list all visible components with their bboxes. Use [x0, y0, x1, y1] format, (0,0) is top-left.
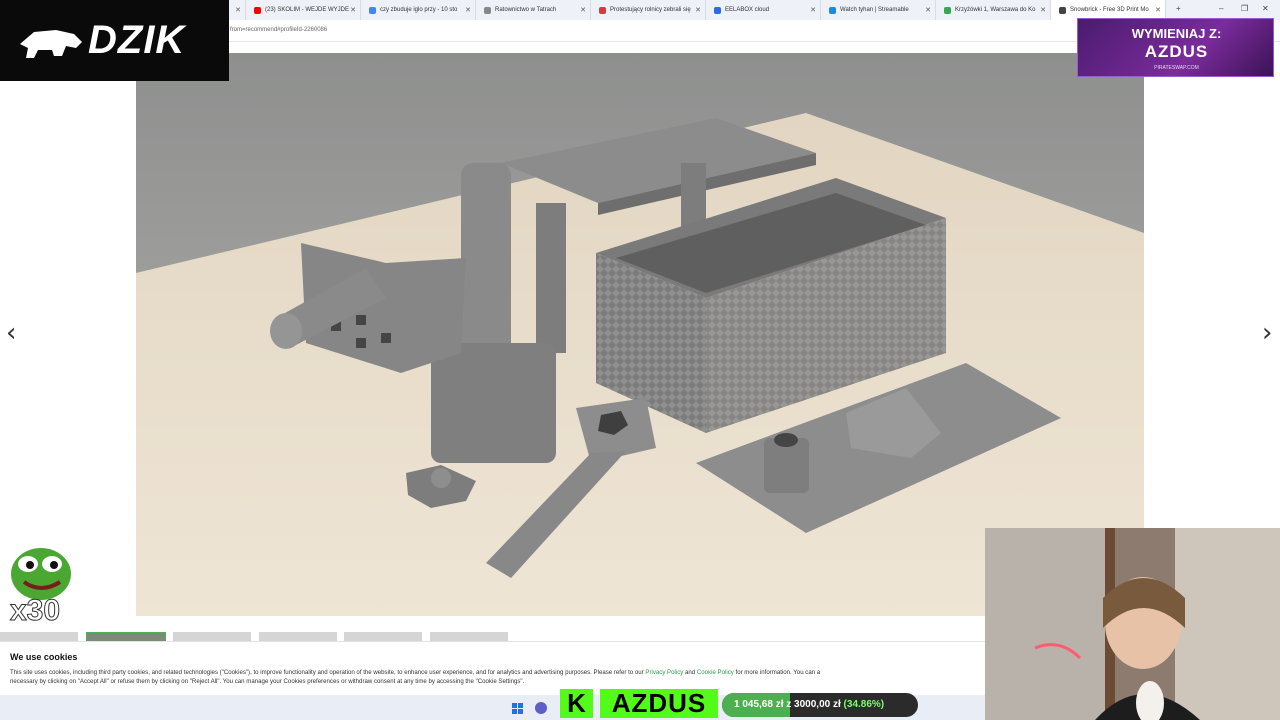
previous-image-arrow-icon[interactable]: ‹ [6, 318, 16, 348]
boar-icon [20, 30, 82, 58]
tab-label: EELABOX cloud [725, 7, 770, 13]
promo-line-2: AZDUS [1144, 42, 1209, 61]
tab-favicon-icon [599, 6, 606, 14]
tab-favicon-icon [484, 6, 491, 14]
tab-favicon-icon [1059, 6, 1066, 14]
emote-count: x30 [9, 594, 61, 628]
tab-label: Protestujący rolnicy zebrali się [610, 7, 691, 13]
promo-footer: PIRATESWAP.COM [1154, 65, 1199, 71]
browser-tab[interactable]: Ratownictwo w Tatrach ✕ [476, 0, 591, 20]
tab-close-icon[interactable]: ✕ [695, 6, 701, 14]
new-tab-button[interactable]: + [1176, 4, 1181, 13]
tab-label: czy zbuduje iglo przy - 10 sto [380, 7, 458, 13]
tab-label: (23) SKOLIM - WEJDE WYJDE [265, 7, 350, 13]
browser-tab[interactable]: Snowbrick - Free 3D Print Mo ✕ [1051, 0, 1166, 20]
next-image-arrow-icon[interactable]: › [1262, 318, 1272, 348]
dzik-logo: DZIK [0, 0, 229, 81]
donation-goal-bar: 1 045,68 zł z 3000,00 zł (34.86%) [722, 693, 918, 717]
minimize-button[interactable]: – [1219, 4, 1223, 13]
ticker-text: wyjazd na narty do austrii [732, 675, 857, 687]
tab-favicon-icon [829, 6, 836, 14]
maximize-button[interactable]: ❐ [1241, 4, 1248, 13]
cookie-title: We use cookies [10, 652, 78, 662]
tab-close-icon[interactable]: ✕ [350, 6, 356, 14]
browser-tab[interactable]: Krzyżówki 1, Warszawa do Ko ✕ [936, 0, 1051, 20]
browser-tab[interactable]: EELABOX cloud ✕ [706, 0, 821, 20]
tab-favicon-icon [369, 6, 376, 14]
tab-close-icon[interactable]: ✕ [580, 6, 586, 14]
tab-close-icon[interactable]: ✕ [925, 6, 931, 14]
browser-tab[interactable]: (23) SKOLIM - WEJDE WYJDE ✕ [246, 0, 361, 20]
tab-close-icon[interactable]: ✕ [810, 6, 816, 14]
browser-tab[interactable]: Watch tyhan | Streamable ✕ [821, 0, 936, 20]
tab-favicon-icon [254, 6, 261, 14]
webcam-image [985, 528, 1280, 720]
tab-favicon-icon [944, 6, 951, 14]
tab-close-prev[interactable]: ✕ [232, 0, 246, 20]
tab-label: Snowbrick - Free 3D Print Mo [1070, 7, 1149, 13]
promo-code-badge: AZDUS [600, 689, 718, 718]
tab-close-icon[interactable]: ✕ [465, 6, 471, 14]
tab-close-icon[interactable]: ✕ [1155, 6, 1161, 14]
cookie-policy-link[interactable]: Cookie Policy [697, 669, 734, 676]
close-window-button[interactable]: ✕ [1262, 4, 1269, 13]
screen: ✕ (23) SKOLIM - WEJDE WYJDE ✕ czy zbuduje … [0, 0, 1280, 720]
promo-line-1: WYMIENIAJ Z: [1131, 26, 1222, 41]
tab-label: Watch tyhan | Streamable [840, 7, 909, 13]
donation-goal-text: 1 045,68 zł z 3000,00 zł (34.86%) [734, 699, 885, 710]
browser-tab[interactable]: Protestujący rolnicy zebrali się ✕ [591, 0, 706, 20]
tab-close-icon[interactable]: ✕ [1040, 6, 1046, 14]
tab-label: Krzyżówki 1, Warszawa do Ko [955, 7, 1036, 13]
privacy-policy-link[interactable]: Privacy Policy [645, 669, 683, 676]
tab-label: Ratownictwo w Tatrach [495, 7, 557, 13]
promo-banner: WYMIENIAJ Z: AZDUS PIRATESWAP.COM [1077, 18, 1274, 77]
browser-tab[interactable]: czy zbuduje iglo przy - 10 sto ✕ [361, 0, 476, 20]
brand-name: DZIK [88, 18, 186, 62]
webcam-feed [985, 528, 1280, 720]
kick-k-badge: K [560, 689, 593, 718]
taskbar-app-icon[interactable] [535, 702, 547, 714]
tab-favicon-icon [714, 6, 721, 14]
windows-start-icon[interactable] [512, 703, 523, 714]
url-text[interactable]: from=recommend#profileId-2260086 [230, 27, 327, 33]
